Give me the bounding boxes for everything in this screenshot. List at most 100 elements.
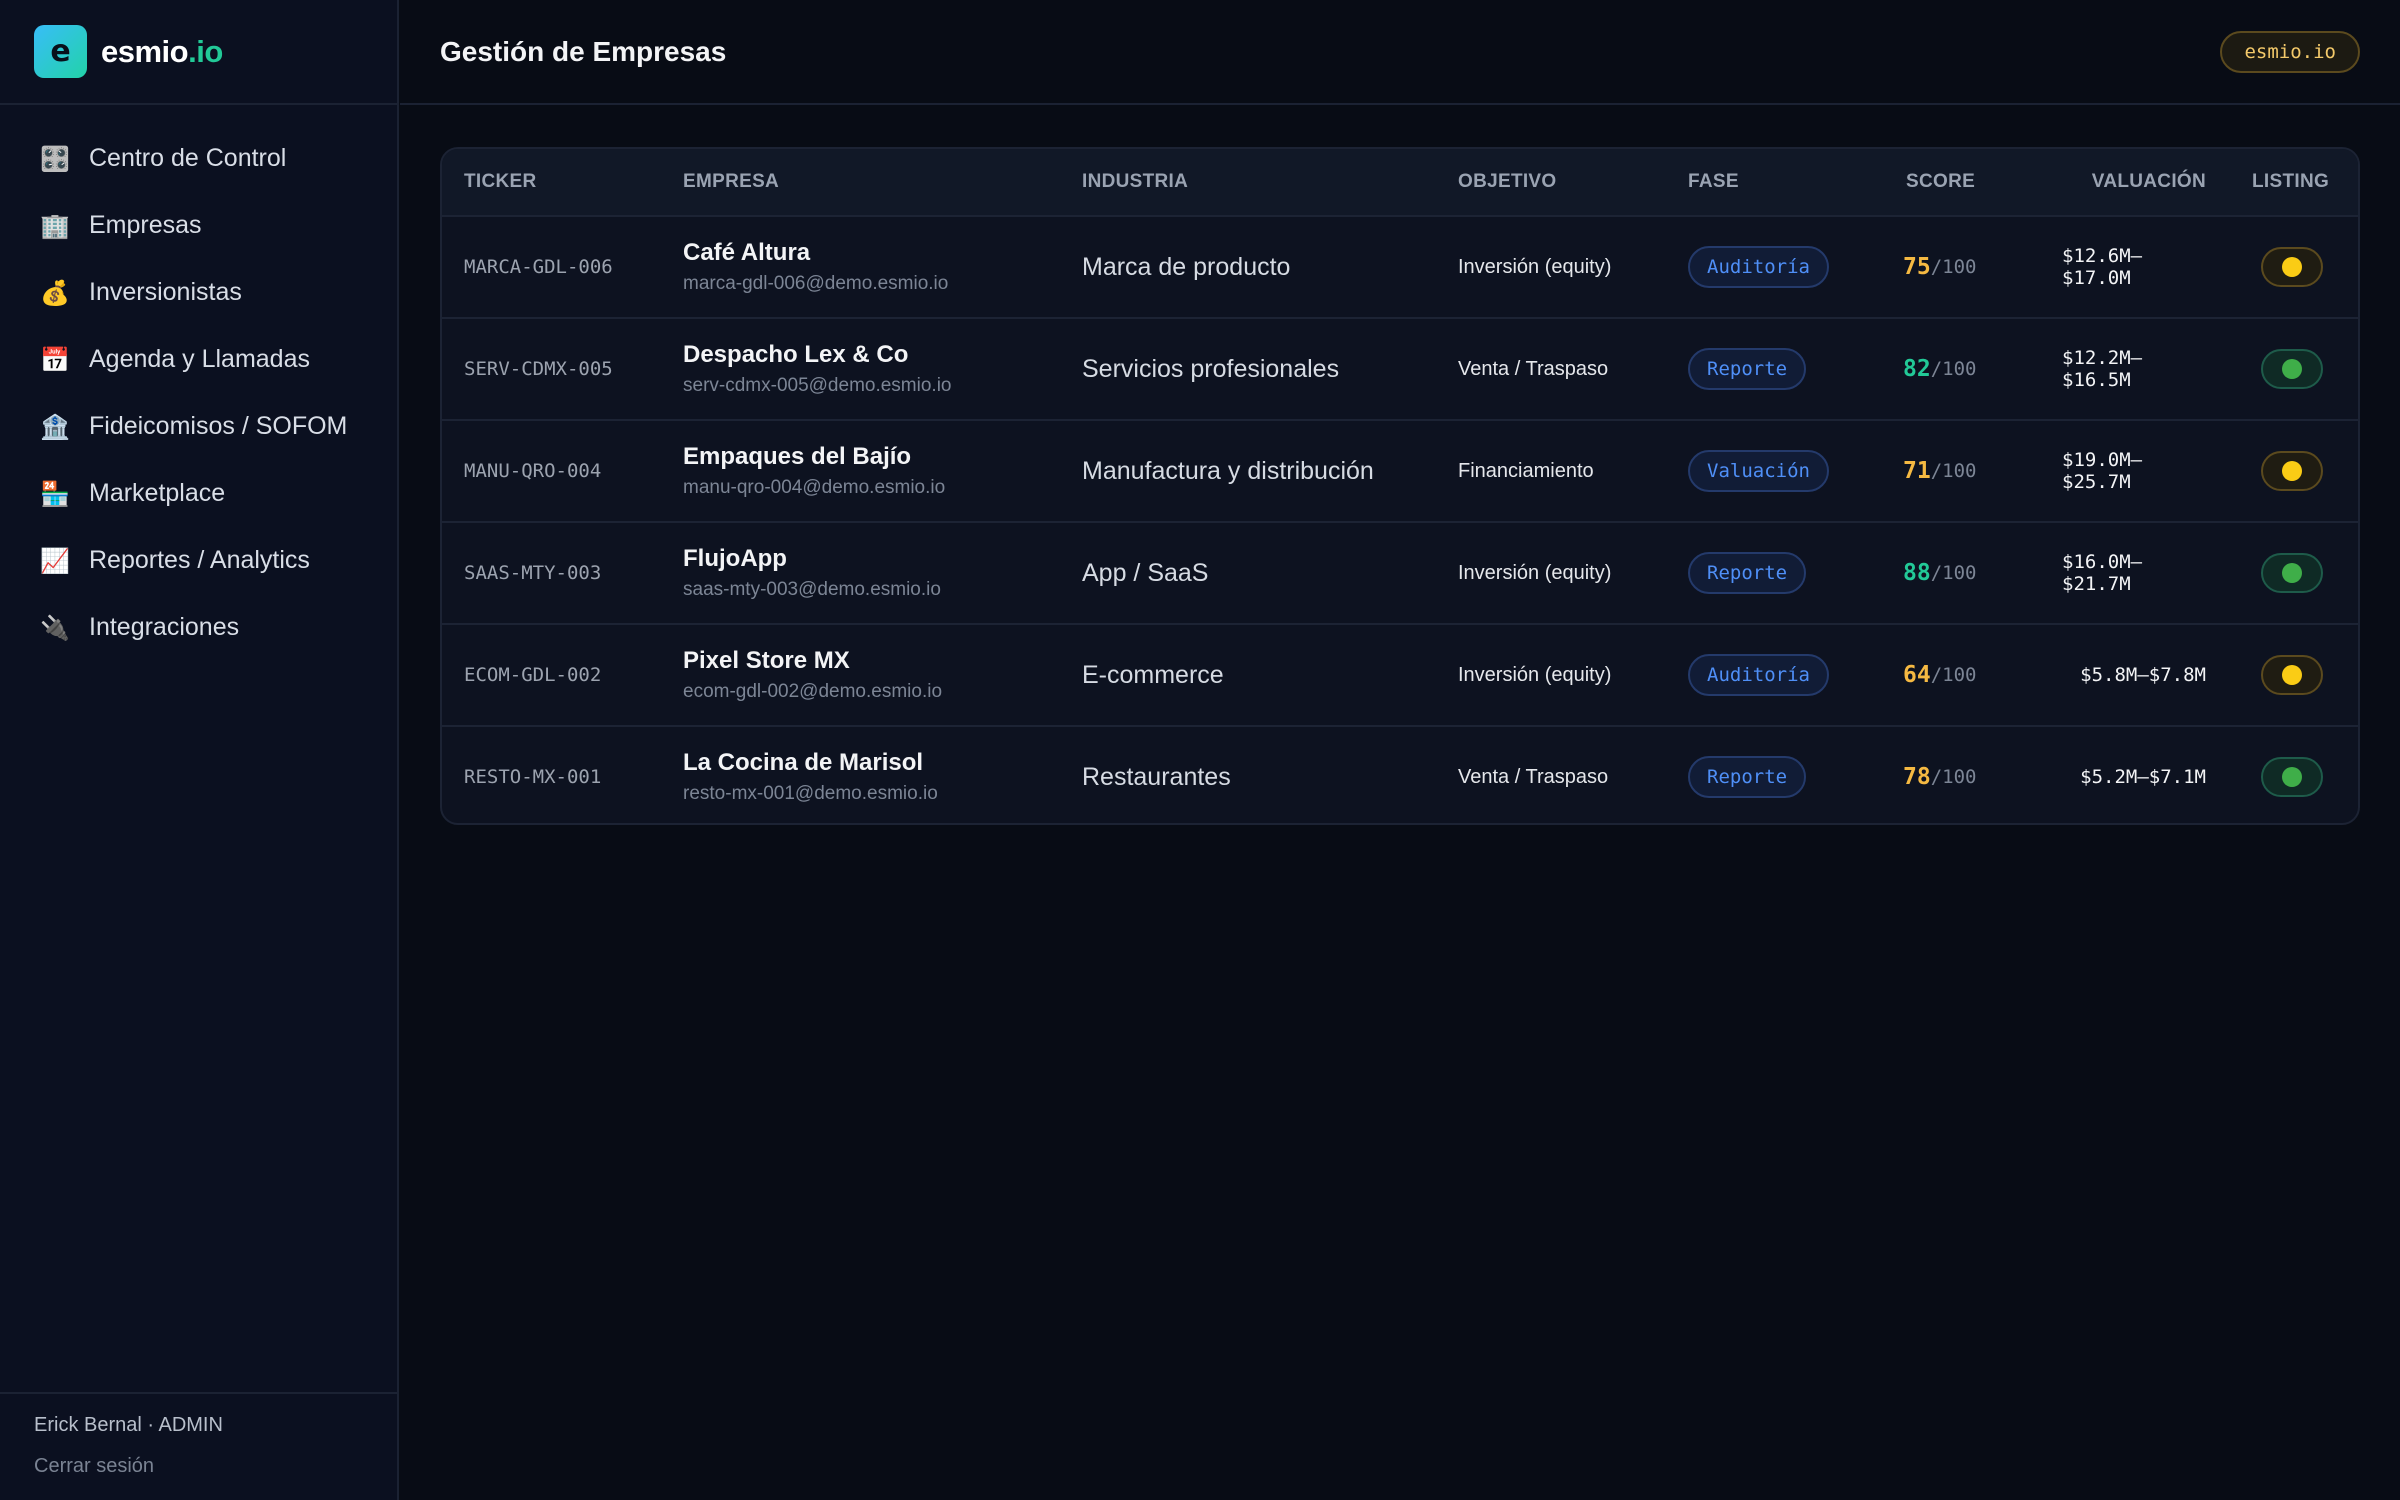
score-value: 64 — [1903, 662, 1931, 688]
industry-cell: Manufactura y distribución — [1082, 456, 1374, 485]
score-cell: 82/100 — [1903, 319, 1976, 419]
sidebar-item-label: Fideicomisos / SOFOM — [89, 412, 348, 440]
chart-increasing-icon: 📈 — [40, 546, 70, 575]
company-email: saas-mty-003@demo.esmio.io — [683, 579, 941, 600]
valuation-cell: $16.0M–$21.7M — [2062, 551, 2143, 595]
company-cell[interactable]: Café Altura marca-gdl-006@demo.esmio.io — [683, 217, 948, 317]
sidebar-item-label: Marketplace — [89, 479, 226, 507]
company-name[interactable]: FlujoApp — [683, 545, 787, 573]
valuation-cell: $12.2M–$16.5M — [2062, 347, 2143, 391]
column-header-valuacion[interactable]: VALUACIÓN — [2088, 149, 2206, 215]
company-name[interactable]: La Cocina de Marisol — [683, 749, 923, 777]
ticker-cell: MARCA-GDL-006 — [464, 256, 613, 278]
ticker-cell: RESTO-MX-001 — [464, 766, 602, 788]
phase-cell: Reporte — [1688, 727, 1807, 823]
sidebar-item-empresas[interactable]: 🏢 Empresas — [0, 192, 397, 259]
sidebar-item-centro-de-control[interactable]: 🎛️ Centro de Control — [0, 125, 397, 192]
listing-toggle[interactable] — [2261, 655, 2323, 695]
listing-toggle[interactable] — [2261, 247, 2323, 287]
score-value: 82 — [1903, 356, 1931, 382]
company-name[interactable]: Pixel Store MX — [683, 647, 850, 675]
listing-toggle[interactable] — [2261, 757, 2323, 797]
sidebar-item-reportes-analytics[interactable]: 📈 Reportes / Analytics — [0, 527, 397, 594]
phase-badge[interactable]: Reporte — [1688, 756, 1807, 798]
phase-badge[interactable]: Auditoría — [1688, 654, 1829, 696]
score-value: 75 — [1903, 254, 1931, 280]
sidebar-item-agenda-y-llamadas[interactable]: 📅 Agenda y Llamadas — [0, 326, 397, 393]
sidebar: e esmio.io 🎛️ Centro de Control 🏢 Empresas 💰… — [0, 0, 399, 1500]
listing-toggle[interactable] — [2261, 349, 2323, 389]
table-row[interactable]: ECOM-GDL-002 Pixel Store MX ecom-gdl-002@d… — [442, 623, 2358, 725]
company-cell[interactable]: Pixel Store MX ecom-gdl-002@demo.esmio.io — [683, 625, 942, 725]
table-row[interactable]: MANU-QRO-004 Empaques del Bajío manu-qro-0… — [442, 419, 2358, 521]
sidebar-item-fideicomisos-sofom[interactable]: 🏦 Fideicomisos / SOFOM — [0, 393, 397, 460]
phase-badge[interactable]: Reporte — [1688, 348, 1807, 390]
company-email: serv-cdmx-005@demo.esmio.io — [683, 375, 952, 396]
listing-toggle[interactable] — [2261, 553, 2323, 593]
sidebar-item-integraciones[interactable]: 🔌 Integraciones — [0, 594, 397, 661]
brand[interactable]: e esmio.io — [0, 0, 397, 105]
table-row[interactable]: SERV-CDMX-005 Despacho Lex & Co serv-cdmx-… — [442, 317, 2358, 419]
phase-cell: Valuación — [1688, 421, 1829, 521]
industry-cell: Restaurantes — [1082, 762, 1231, 791]
listing-status-green-icon — [2282, 767, 2302, 787]
sidebar-item-marketplace[interactable]: 🏪 Marketplace — [0, 460, 397, 527]
column-header-objetivo[interactable]: OBJETIVO — [1458, 149, 1556, 215]
column-header-fase[interactable]: FASE — [1688, 149, 1739, 215]
column-header-industria[interactable]: INDUSTRIA — [1082, 149, 1188, 215]
column-header-empresa[interactable]: EMPRESA — [683, 149, 779, 215]
sidebar-item-label: Agenda y Llamadas — [89, 345, 310, 373]
sidebar-item-inversionistas[interactable]: 💰 Inversionistas — [0, 259, 397, 326]
score-max: /100 — [1930, 460, 1977, 482]
table-row[interactable]: MARCA-GDL-006 Café Altura marca-gdl-006@de… — [442, 215, 2358, 317]
companies-table: TICKER EMPRESA INDUSTRIA OBJETIVO FASE S… — [440, 147, 2360, 825]
valuation-cell: $19.0M–$25.7M — [2062, 449, 2143, 493]
logout-link[interactable]: Cerrar sesión — [34, 1455, 397, 1478]
calendar-icon: 📅 — [40, 345, 70, 374]
brand-name: esmio.io — [101, 34, 223, 70]
score-value: 78 — [1903, 764, 1931, 790]
company-name[interactable]: Despacho Lex & Co — [683, 341, 908, 369]
store-icon: 🏪 — [40, 479, 70, 508]
valuation-cell: $5.2M–$7.1M — [2080, 766, 2206, 788]
ticker-cell: SERV-CDMX-005 — [464, 358, 613, 380]
column-header-score[interactable]: SCORE — [1906, 149, 1975, 215]
valuation-cell: $5.8M–$7.8M — [2080, 664, 2206, 686]
company-cell[interactable]: Empaques del Bajío manu-qro-004@demo.esmi… — [683, 421, 945, 521]
objective-cell: Inversión (equity) — [1458, 255, 1612, 278]
phase-cell: Reporte — [1688, 523, 1807, 623]
company-name[interactable]: Empaques del Bajío — [683, 443, 911, 471]
phase-badge[interactable]: Valuación — [1688, 450, 1829, 492]
sidebar-item-label: Inversionistas — [89, 278, 242, 306]
company-name[interactable]: Café Altura — [683, 239, 810, 267]
objective-cell: Inversión (equity) — [1458, 663, 1612, 686]
industry-cell: Servicios profesionales — [1082, 354, 1340, 383]
plug-icon: 🔌 — [40, 613, 70, 642]
company-cell[interactable]: La Cocina de Marisol resto-mx-001@demo.es… — [683, 727, 938, 823]
score-max: /100 — [1930, 766, 1977, 788]
sidebar-item-label: Reportes / Analytics — [89, 546, 310, 574]
money-bag-icon: 💰 — [40, 278, 70, 307]
column-header-listing[interactable]: LISTING — [2252, 149, 2329, 215]
score-cell: 88/100 — [1903, 523, 1976, 623]
table-header: TICKER EMPRESA INDUSTRIA OBJETIVO FASE S… — [442, 149, 2358, 215]
listing-toggle[interactable] — [2261, 451, 2323, 491]
topbar: Gestión de Empresas esmio.io — [400, 0, 2400, 105]
industry-cell: E-commerce — [1082, 660, 1224, 689]
bank-icon: 🏦 — [40, 412, 70, 441]
table-row[interactable]: SAAS-MTY-003 FlujoApp saas-mty-003@demo.es… — [442, 521, 2358, 623]
objective-cell: Financiamiento — [1458, 459, 1594, 482]
phase-cell: Auditoría — [1688, 625, 1829, 725]
listing-cell — [2261, 421, 2323, 521]
phase-badge[interactable]: Auditoría — [1688, 246, 1829, 288]
company-cell[interactable]: FlujoApp saas-mty-003@demo.esmio.io — [683, 523, 941, 623]
company-cell[interactable]: Despacho Lex & Co serv-cdmx-005@demo.esmi… — [683, 319, 952, 419]
score-cell: 71/100 — [1903, 421, 1976, 521]
listing-status-green-icon — [2282, 359, 2302, 379]
industry-cell: App / SaaS — [1082, 558, 1209, 587]
phase-badge[interactable]: Reporte — [1688, 552, 1807, 594]
valuation-cell: $12.6M–$17.0M — [2062, 245, 2143, 289]
column-header-ticker[interactable]: TICKER — [464, 149, 537, 215]
phase-cell: Auditoría — [1688, 217, 1829, 317]
table-row[interactable]: RESTO-MX-001 La Cocina de Marisol resto-mx… — [442, 725, 2358, 823]
